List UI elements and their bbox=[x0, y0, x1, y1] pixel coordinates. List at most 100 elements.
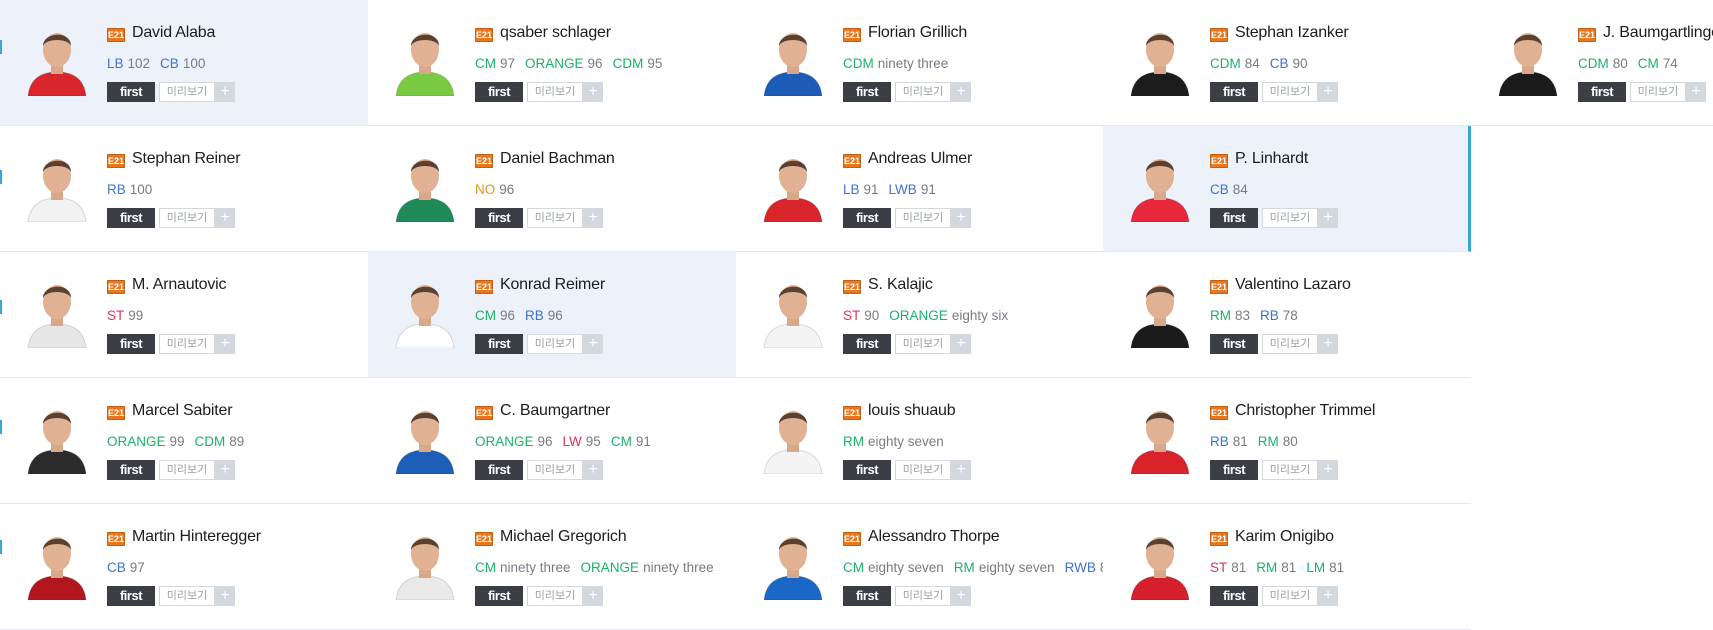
first-button[interactable]: first bbox=[843, 460, 891, 480]
player-card[interactable]: E21 Marcel Sabiter ORANGE 99 CDM 89 first 미리보기 + bbox=[0, 378, 368, 504]
player-photo[interactable] bbox=[24, 144, 90, 222]
player-name[interactable]: Karim Onigibo bbox=[1235, 528, 1334, 546]
player-photo[interactable] bbox=[24, 18, 90, 96]
player-card[interactable]: E21 Valentino Lazaro RM 83 RB 78 first 미리보기 + bbox=[1103, 252, 1471, 378]
player-name[interactable]: Marcel Sabiter bbox=[132, 402, 233, 420]
add-compare-button[interactable]: + bbox=[583, 334, 603, 354]
preview-button[interactable]: 미리보기 bbox=[895, 334, 951, 354]
preview-button[interactable]: 미리보기 bbox=[527, 460, 583, 480]
player-card[interactable]: E21 Christopher Trimmel RB 81 RM 80 first 미리보기 + bbox=[1103, 378, 1471, 504]
add-compare-button[interactable]: + bbox=[583, 586, 603, 606]
first-button[interactable]: first bbox=[1210, 586, 1258, 606]
player-name[interactable]: qsaber schlager bbox=[500, 24, 611, 42]
player-card[interactable]: E21 P. Linhardt CB 84 first 미리보기 + bbox=[1103, 126, 1471, 252]
player-card[interactable]: E21 Florian Grillich CDM ninety three first 미… bbox=[736, 0, 1103, 126]
player-name[interactable]: Konrad Reimer bbox=[500, 276, 605, 294]
first-button[interactable]: first bbox=[1210, 208, 1258, 228]
player-card[interactable]: E21 Michael Gregorich CM ninety three ORANGE… bbox=[368, 504, 736, 630]
player-card[interactable]: E21 Karim Onigibo ST 81 RM 81 LM 81 first 미리보기 + bbox=[1103, 504, 1471, 630]
player-photo[interactable] bbox=[1127, 18, 1193, 96]
player-name[interactable]: David Alaba bbox=[132, 24, 215, 42]
player-card[interactable]: E21 M. Arnautovic ST 99 first 미리보기 + bbox=[0, 252, 368, 378]
player-card[interactable]: E21 S. Kalajic ST 90 ORANGE eighty six first 미리… bbox=[736, 252, 1103, 378]
player-name[interactable]: Stephan Izanker bbox=[1235, 24, 1349, 42]
add-compare-button[interactable]: + bbox=[1318, 334, 1338, 354]
player-name[interactable]: Valentino Lazaro bbox=[1235, 276, 1351, 294]
first-button[interactable]: first bbox=[843, 82, 891, 102]
preview-button[interactable]: 미리보기 bbox=[1262, 82, 1318, 102]
player-card[interactable]: E21 Stephan Izanker CDM 84 CB 90 first 미리보기 + bbox=[1103, 0, 1471, 126]
player-name[interactable]: Andreas Ulmer bbox=[868, 150, 972, 168]
add-compare-button[interactable]: + bbox=[215, 460, 235, 480]
preview-button[interactable]: 미리보기 bbox=[895, 82, 951, 102]
player-card[interactable]: E21 qsaber schlager CM 97 ORANGE 96 CDM 95 first… bbox=[368, 0, 736, 126]
player-name[interactable]: J. Baumgartlinger bbox=[1603, 24, 1713, 42]
preview-button[interactable]: 미리보기 bbox=[1262, 208, 1318, 228]
player-name[interactable]: Stephan Reiner bbox=[132, 150, 241, 168]
add-compare-button[interactable]: + bbox=[951, 334, 971, 354]
player-name[interactable]: Martin Hinteregger bbox=[132, 528, 261, 546]
player-photo[interactable] bbox=[760, 18, 826, 96]
player-photo[interactable] bbox=[392, 144, 458, 222]
preview-button[interactable]: 미리보기 bbox=[895, 208, 951, 228]
add-compare-button[interactable]: + bbox=[215, 208, 235, 228]
first-button[interactable]: first bbox=[107, 334, 155, 354]
first-button[interactable]: first bbox=[107, 208, 155, 228]
first-button[interactable]: first bbox=[1578, 82, 1626, 102]
add-compare-button[interactable]: + bbox=[215, 82, 235, 102]
player-card[interactable]: E21 Stephan Reiner RB 100 first 미리보기 + bbox=[0, 126, 368, 252]
player-photo[interactable] bbox=[760, 396, 826, 474]
add-compare-button[interactable]: + bbox=[951, 460, 971, 480]
preview-button[interactable]: 미리보기 bbox=[159, 208, 215, 228]
preview-button[interactable]: 미리보기 bbox=[895, 586, 951, 606]
player-photo[interactable] bbox=[1127, 522, 1193, 600]
player-card[interactable]: E21 J. Baumgartlinger CDM 80 CM 74 first 미리보기 + bbox=[1471, 0, 1713, 126]
preview-button[interactable]: 미리보기 bbox=[1262, 334, 1318, 354]
preview-button[interactable]: 미리보기 bbox=[527, 208, 583, 228]
preview-button[interactable]: 미리보기 bbox=[1630, 82, 1686, 102]
add-compare-button[interactable]: + bbox=[215, 334, 235, 354]
player-photo[interactable] bbox=[1127, 144, 1193, 222]
player-card[interactable]: E21 Daniel Bachman NO 96 first 미리보기 + bbox=[368, 126, 736, 252]
add-compare-button[interactable]: + bbox=[951, 208, 971, 228]
preview-button[interactable]: 미리보기 bbox=[527, 334, 583, 354]
first-button[interactable]: first bbox=[843, 208, 891, 228]
add-compare-button[interactable]: + bbox=[583, 82, 603, 102]
player-photo[interactable] bbox=[392, 270, 458, 348]
player-name[interactable]: Michael Gregorich bbox=[500, 528, 627, 546]
preview-button[interactable]: 미리보기 bbox=[159, 334, 215, 354]
player-photo[interactable] bbox=[24, 522, 90, 600]
player-card[interactable]: E21 Martin Hinteregger CB 97 first 미리보기 + bbox=[0, 504, 368, 630]
preview-button[interactable]: 미리보기 bbox=[159, 460, 215, 480]
preview-button[interactable]: 미리보기 bbox=[527, 82, 583, 102]
first-button[interactable]: first bbox=[1210, 334, 1258, 354]
first-button[interactable]: first bbox=[107, 460, 155, 480]
first-button[interactable]: first bbox=[843, 334, 891, 354]
player-photo[interactable] bbox=[1127, 396, 1193, 474]
first-button[interactable]: first bbox=[843, 586, 891, 606]
preview-button[interactable]: 미리보기 bbox=[159, 586, 215, 606]
add-compare-button[interactable]: + bbox=[951, 586, 971, 606]
player-card[interactable]: E21 David Alaba LB 102 CB 100 first 미리보기 + bbox=[0, 0, 368, 126]
first-button[interactable]: first bbox=[1210, 460, 1258, 480]
first-button[interactable]: first bbox=[1210, 82, 1258, 102]
player-photo[interactable] bbox=[392, 18, 458, 96]
player-card[interactable]: E21 Alessandro Thorpe CM eighty seven RM eigh… bbox=[736, 504, 1115, 630]
add-compare-button[interactable]: + bbox=[1686, 82, 1706, 102]
player-photo[interactable] bbox=[24, 270, 90, 348]
first-button[interactable]: first bbox=[107, 82, 155, 102]
add-compare-button[interactable]: + bbox=[1318, 208, 1338, 228]
player-photo[interactable] bbox=[24, 396, 90, 474]
player-name[interactable]: Daniel Bachman bbox=[500, 150, 615, 168]
player-photo[interactable] bbox=[760, 522, 826, 600]
player-name[interactable]: P. Linhardt bbox=[1235, 150, 1308, 168]
player-photo[interactable] bbox=[392, 396, 458, 474]
player-name[interactable]: Christopher Trimmel bbox=[1235, 402, 1375, 420]
first-button[interactable]: first bbox=[475, 586, 523, 606]
player-card[interactable]: E21 Konrad Reimer CM 96 RB 96 first 미리보기 + bbox=[368, 252, 736, 378]
preview-button[interactable]: 미리보기 bbox=[159, 82, 215, 102]
preview-button[interactable]: 미리보기 bbox=[1262, 586, 1318, 606]
player-photo[interactable] bbox=[760, 270, 826, 348]
player-name[interactable]: M. Arnautovic bbox=[132, 276, 227, 294]
add-compare-button[interactable]: + bbox=[1318, 586, 1338, 606]
